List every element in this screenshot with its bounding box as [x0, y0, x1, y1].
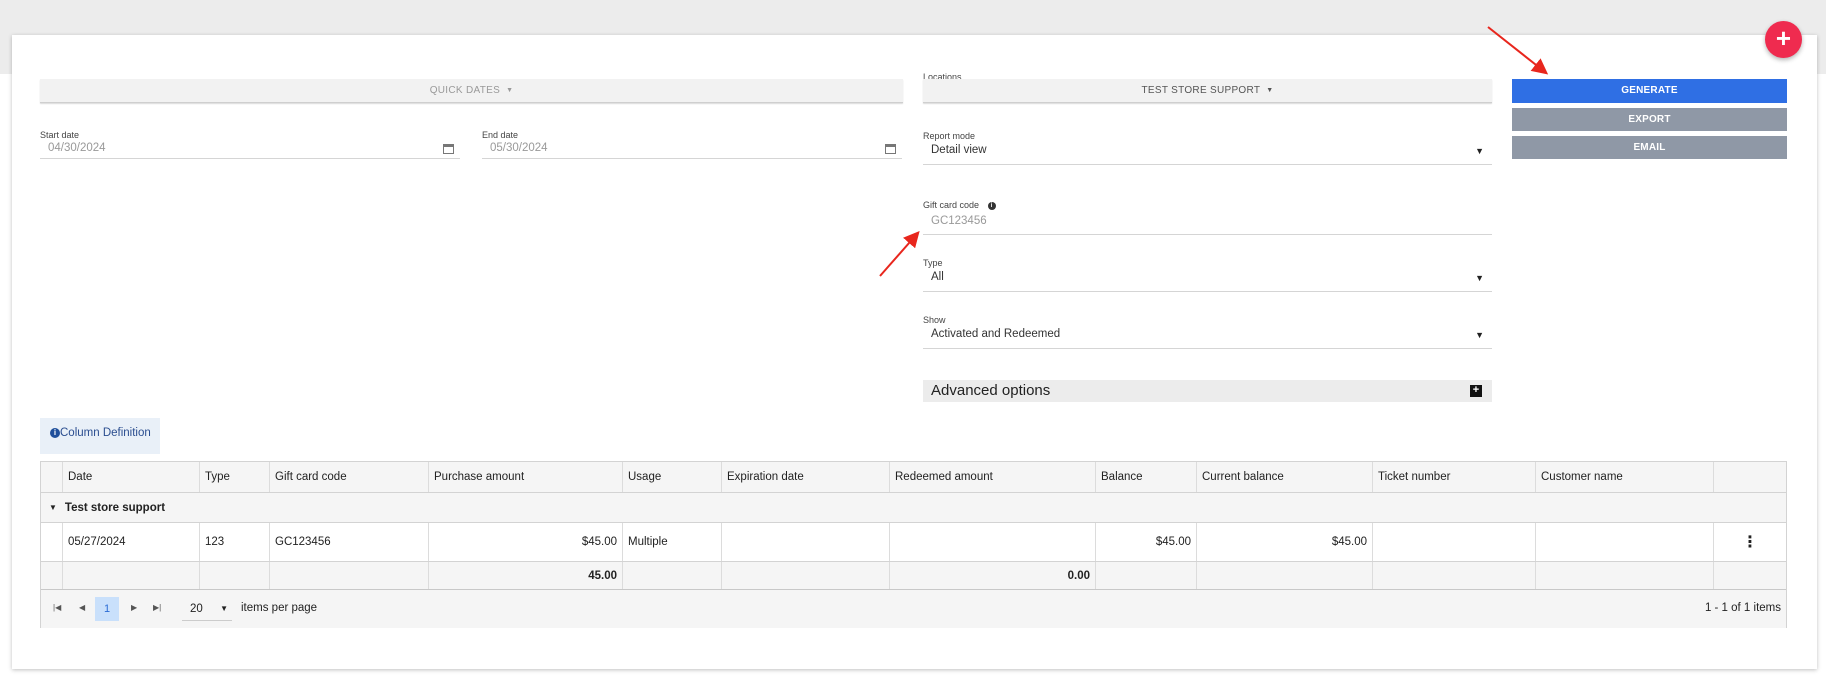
arrow-to-generate	[1487, 26, 1549, 75]
add-fab-button[interactable]: +	[1765, 21, 1802, 58]
annotation-arrows	[879, 26, 1549, 277]
arrow-to-gift-card-code	[879, 230, 920, 277]
